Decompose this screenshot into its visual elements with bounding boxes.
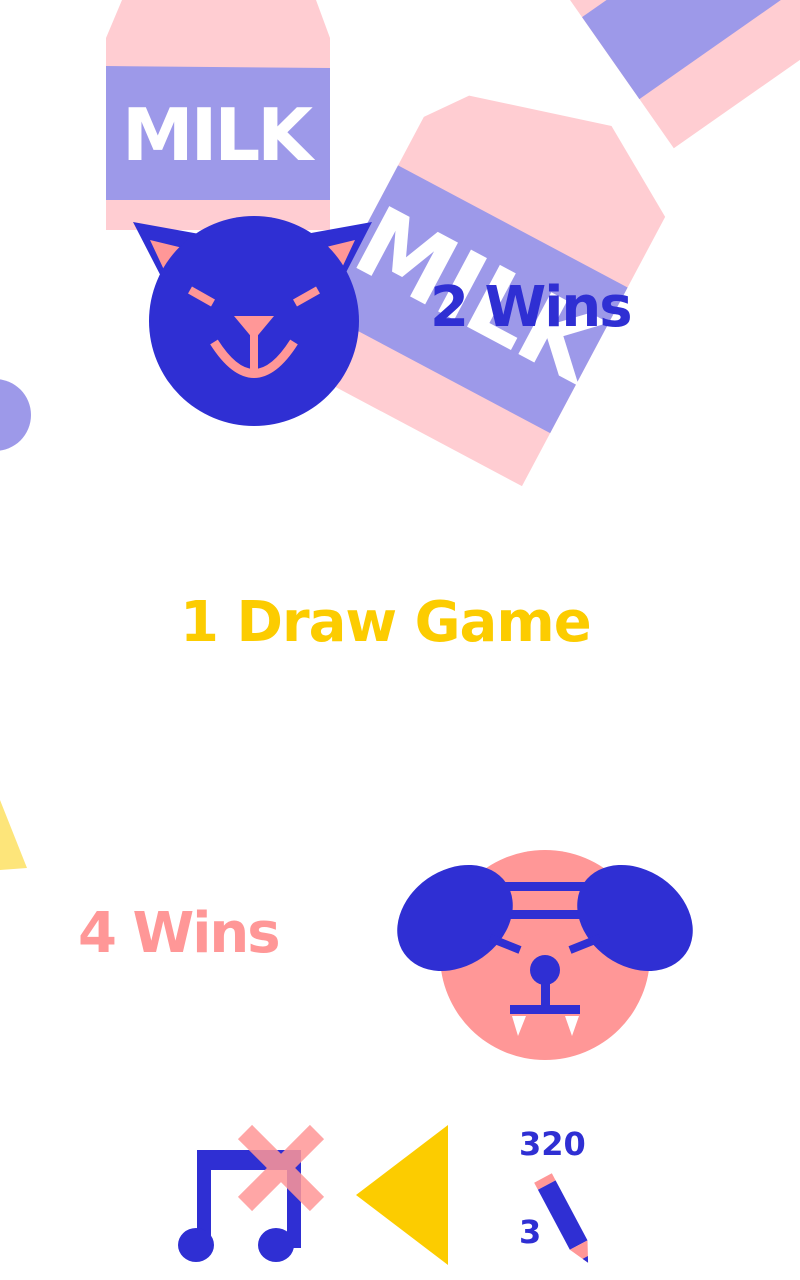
purple-circle-decoration <box>0 379 31 451</box>
pencil-icon <box>534 1173 589 1263</box>
triangle-left-icon <box>356 1125 448 1265</box>
milk-carton-2-icon: MILK <box>292 95 666 487</box>
edit-button[interactable]: 320 3 <box>505 1120 605 1270</box>
draw-game-label: 1 Draw Game <box>180 590 592 655</box>
back-button[interactable] <box>350 1120 460 1270</box>
yellow-triangle-decoration <box>0 800 27 870</box>
game-result-screen: MILK MILK 2 Wins 1 Draw Game 4 Wins 320 … <box>0 0 800 1280</box>
milk-carton-1-label: MILK <box>122 93 315 177</box>
milk-carton-1-icon: MILK <box>106 0 330 230</box>
dog-face-icon <box>397 850 693 1060</box>
cat-face-icon <box>133 216 372 426</box>
music-note-muted-icon <box>178 1124 325 1262</box>
counter-bottom: 3 <box>519 1213 542 1251</box>
dog-wins-label: 4 Wins <box>78 901 281 966</box>
counter-top: 320 <box>519 1125 586 1163</box>
cat-wins-label: 2 Wins <box>430 275 633 340</box>
sound-toggle-button[interactable] <box>170 1120 340 1270</box>
